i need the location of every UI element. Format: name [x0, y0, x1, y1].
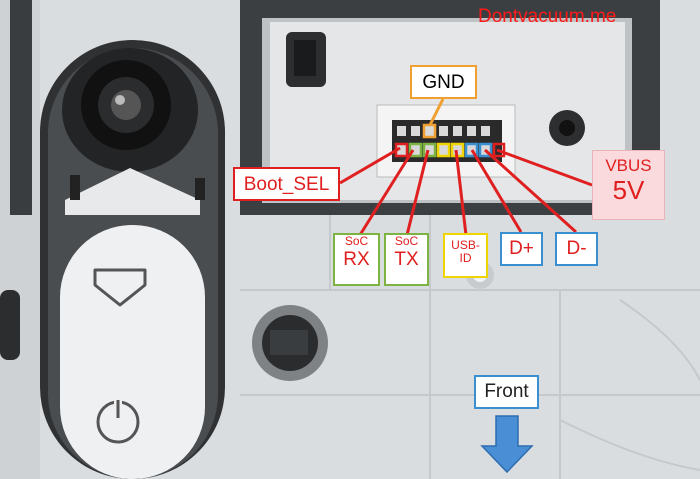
soc-tx-line1: SoC: [394, 234, 419, 248]
soc-tx-label: SoC TX: [384, 233, 429, 286]
vbus-line2: 5V: [612, 174, 645, 205]
d-plus-label: D+: [500, 232, 543, 266]
vbus-line1: VBUS: [605, 156, 652, 175]
soc-rx-label: SoC RX: [333, 233, 380, 286]
soc-rx-line2: RX: [343, 248, 370, 270]
vbus-5v-label: VBUS 5V: [592, 150, 665, 220]
gnd-label: GND: [410, 65, 477, 99]
usb-id-label: USB- ID: [443, 233, 488, 278]
d-minus-label: D-: [555, 232, 598, 266]
soc-tx-line2: TX: [394, 248, 419, 270]
front-label: Front: [474, 375, 539, 409]
usb-id-line2: ID: [459, 250, 472, 265]
soc-rx-line1: SoC: [344, 234, 369, 248]
watermark-text: Dontvacuum.me: [478, 6, 617, 27]
usb-id-line1: USB-: [451, 238, 480, 252]
boot-sel-label: Boot_SEL: [233, 167, 340, 201]
